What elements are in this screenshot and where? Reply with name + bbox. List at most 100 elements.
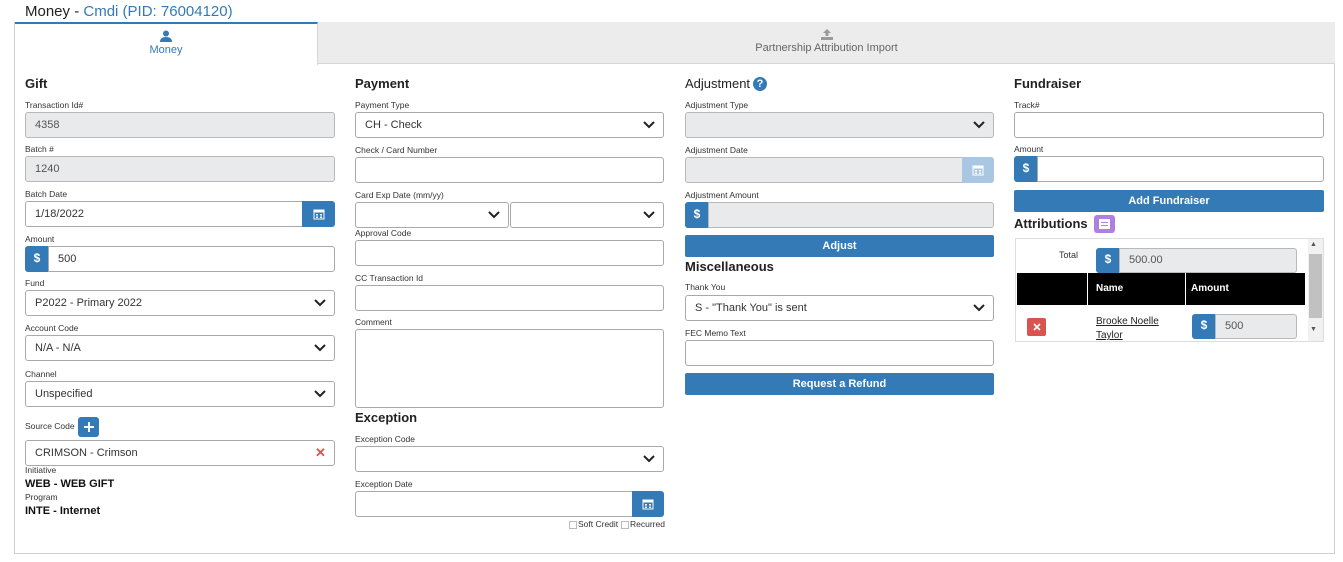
- adjustment-type-select[interactable]: [685, 112, 994, 138]
- batch-date-label: Batch Date: [25, 189, 68, 199]
- add-source-code-button[interactable]: [78, 417, 99, 437]
- column-header-amount: Amount: [1191, 283, 1229, 294]
- scroll-up-icon[interactable]: ▲: [1310, 241, 1317, 248]
- adjustment-heading-text: Adjustment: [685, 76, 751, 91]
- amount-input[interactable]: 500: [48, 246, 335, 272]
- plus-icon: [83, 422, 94, 432]
- calendar-icon: [642, 499, 654, 510]
- adjustment-amount-label: Adjustment Amount: [685, 190, 759, 200]
- fec-memo-label: FEC Memo Text: [685, 328, 746, 338]
- soft-credit-checkbox[interactable]: Soft Credit: [569, 519, 618, 529]
- adjustment-date-calendar-button[interactable]: [962, 157, 994, 183]
- card-number-input[interactable]: [355, 157, 664, 183]
- exception-code-label: Exception Code: [355, 434, 416, 444]
- source-code-field[interactable]: CRIMSON - Crimson: [25, 440, 335, 466]
- account-code-value: N/A - N/A: [35, 342, 81, 354]
- initiative-value: WEB - WEB GIFT: [25, 478, 115, 490]
- chevron-down-icon: [314, 390, 326, 398]
- person-name: Cmdi (PID: 76004120): [83, 3, 233, 20]
- add-fundraiser-button[interactable]: Add Fundraiser: [1014, 190, 1324, 212]
- attribution-amount-field[interactable]: 500: [1215, 314, 1297, 339]
- comment-textarea[interactable]: [355, 329, 664, 408]
- table-header: [1017, 273, 1305, 305]
- exception-code-select[interactable]: [355, 446, 664, 472]
- source-code-label: Source Code: [25, 421, 75, 431]
- exception-date-calendar-button[interactable]: [632, 491, 664, 517]
- clear-source-code-icon[interactable]: ✕: [315, 445, 326, 461]
- cc-transaction-label: CC Transaction Id: [355, 273, 424, 283]
- calendar-icon: [972, 165, 984, 176]
- card-exp-label: Card Exp Date (mm/yy): [355, 190, 444, 200]
- account-code-select[interactable]: N/A - N/A: [25, 335, 335, 361]
- fund-value: P2022 - Primary 2022: [35, 297, 142, 309]
- program-label: Program: [25, 492, 58, 502]
- adjust-button[interactable]: Adjust: [685, 235, 994, 257]
- fec-memo-input[interactable]: [685, 340, 994, 366]
- dollar-addon: $: [1014, 156, 1038, 182]
- card-number-label: Check / Card Number: [355, 145, 438, 155]
- tab-partnership-label: Partnership Attribution Import: [755, 42, 898, 54]
- exception-date-input[interactable]: [355, 491, 633, 517]
- column-header-name: Name: [1096, 283, 1124, 294]
- fundraiser-amount-input[interactable]: [1037, 156, 1324, 182]
- gift-heading: Gift: [25, 76, 48, 91]
- program-value: INTE - Internet: [25, 505, 101, 517]
- approval-code-label: Approval Code: [355, 228, 412, 238]
- title-separator: -: [70, 3, 84, 20]
- payment-type-value: CH - Check: [365, 119, 422, 131]
- amount-label: Amount: [25, 234, 55, 244]
- miscellaneous-heading: Miscellaneous: [685, 259, 774, 274]
- initiative-label: Initiative: [25, 465, 57, 475]
- chevron-down-icon: [488, 211, 500, 219]
- delete-attribution-button[interactable]: [1027, 318, 1046, 336]
- fund-select[interactable]: P2022 - Primary 2022: [25, 290, 335, 316]
- batch-date-input[interactable]: 1/18/2022: [25, 201, 303, 227]
- payment-type-select[interactable]: CH - Check: [355, 112, 664, 138]
- exception-heading: Exception: [355, 410, 418, 425]
- attributions-edit-button[interactable]: [1094, 215, 1115, 233]
- channel-value: Unspecified: [35, 388, 93, 400]
- request-refund-button[interactable]: Request a Refund: [685, 373, 994, 395]
- scrollbar-thumb[interactable]: [1309, 254, 1322, 318]
- exception-date-label: Exception Date: [355, 479, 413, 489]
- chevron-down-icon: [314, 344, 326, 352]
- track-input[interactable]: [1014, 112, 1324, 138]
- channel-select[interactable]: Unspecified: [25, 381, 335, 407]
- thank-you-select[interactable]: S - "Thank You" is sent: [685, 295, 994, 321]
- scroll-down-icon[interactable]: ▼: [1310, 326, 1317, 333]
- approval-code-input[interactable]: [355, 240, 664, 266]
- track-label: Track#: [1014, 100, 1040, 110]
- help-icon[interactable]: ?: [753, 77, 767, 91]
- tab-money-label: Money: [149, 44, 183, 56]
- card-exp-month-select[interactable]: [355, 202, 509, 228]
- recurred-checkbox[interactable]: Recurred: [621, 519, 665, 529]
- adjustment-date-input[interactable]: [685, 157, 963, 183]
- transaction-id-label: Transaction Id#: [25, 100, 84, 110]
- dollar-addon: $: [1096, 248, 1120, 273]
- thank-you-label: Thank You: [685, 282, 726, 292]
- adjustment-heading: Adjustment: [685, 76, 750, 91]
- chevron-down-icon: [973, 121, 985, 129]
- source-code-value: CRIMSON - Crimson: [35, 447, 138, 459]
- card-exp-year-select[interactable]: [510, 202, 664, 228]
- tab-money[interactable]: Money: [15, 22, 318, 65]
- dollar-addon: $: [25, 246, 49, 272]
- page-title-text: Money: [25, 3, 71, 20]
- batch-date-calendar-button[interactable]: [302, 201, 335, 227]
- attribution-name-link[interactable]: Brooke Noelle Taylor: [1096, 315, 1176, 343]
- chevron-down-icon: [314, 299, 326, 307]
- adjustment-amount-input[interactable]: [708, 202, 994, 228]
- attributions-heading: Attributions: [1014, 216, 1088, 231]
- chevron-down-icon: [643, 121, 655, 129]
- fund-label: Fund: [25, 278, 45, 288]
- comment-label: Comment: [355, 317, 392, 327]
- chevron-down-icon: [973, 304, 985, 312]
- user-icon: [160, 30, 172, 42]
- column-divider: [1185, 273, 1186, 305]
- total-label: Total: [1059, 250, 1079, 260]
- dollar-addon: $: [1192, 314, 1216, 339]
- total-field: 500.00: [1119, 248, 1297, 273]
- cc-transaction-input[interactable]: [355, 285, 664, 311]
- thank-you-value: S - "Thank You" is sent: [695, 302, 807, 314]
- tab-partnership-attribution-import[interactable]: Partnership Attribution Import: [318, 22, 1335, 64]
